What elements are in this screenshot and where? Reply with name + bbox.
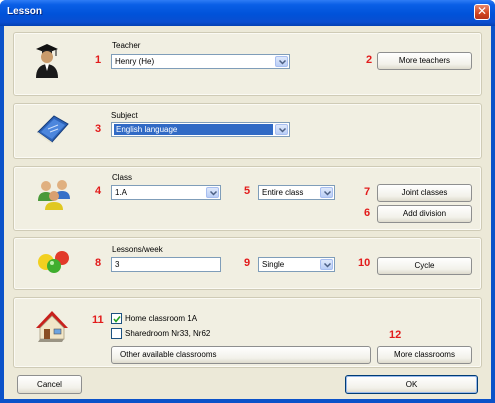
lessons-section: Lessons/week 8 3 9 Single 10 Cycle [13,237,482,290]
checkmark-icon [113,316,121,323]
add-division-button[interactable]: Add division [377,205,472,223]
cancel-button[interactable]: Cancel [17,375,82,394]
teacher-section: Teacher 1 Henry (He) 2 More teachers [13,32,482,96]
cycle-button[interactable]: Cycle [377,257,472,275]
lesson-length-value: Single [262,260,285,269]
class-value: 1.A [115,188,128,197]
add-division-marker: 6 [364,207,371,219]
lessons-per-week-input[interactable]: 3 [111,257,221,272]
chevron-down-icon[interactable] [275,124,288,135]
class-label: Class [112,173,133,182]
house-icon [36,311,68,342]
shared-classroom-checkbox[interactable] [111,328,122,339]
more-classrooms-button[interactable]: More classrooms [377,346,472,364]
cycle-marker: 10 [358,257,371,269]
joint-classes-marker: 7 [364,186,371,198]
subject-label: Subject [111,111,138,120]
dialog-body: Teacher 1 Henry (He) 2 More teachers Sub… [4,26,491,399]
subject-value: English language [114,124,273,135]
teacher-marker: 1 [95,54,102,66]
window-title: Lesson [7,6,43,17]
chevron-down-icon[interactable] [206,187,219,198]
joint-classes-button[interactable]: Joint classes [377,184,472,202]
ok-button[interactable]: OK [345,375,478,394]
balls-icon [38,251,69,273]
home-classroom-label: Home classroom 1A [125,314,198,323]
shared-classroom-label: Sharedroom Nr33, Nr62 [125,329,211,338]
students-icon [38,180,70,210]
more-classrooms-marker: 12 [389,329,402,341]
chevron-down-icon[interactable] [320,187,333,198]
class-scope-value: Entire class [262,188,304,197]
teacher-icon [36,44,58,78]
class-scope-marker: 5 [244,185,251,197]
class-select[interactable]: 1.A [111,185,221,200]
class-section: Class 4 1.A 5 Entire class 7 Joint class… [13,166,482,231]
subject-select[interactable]: English language [111,122,290,137]
teacher-select[interactable]: Henry (He) [111,54,290,69]
class-marker: 4 [95,185,102,197]
more-teachers-marker: 2 [366,54,373,66]
chevron-down-icon[interactable] [320,259,333,270]
title-bar: Lesson ✕ [0,0,495,26]
subject-marker: 3 [95,123,102,135]
lessons-marker: 8 [95,257,102,269]
lesson-dialog: Lesson ✕ Teacher 1 Henry (He) 2 More tea… [0,0,495,403]
more-teachers-button[interactable]: More teachers [377,52,472,70]
lesson-length-marker: 9 [244,257,251,269]
book-icon [37,115,69,144]
classrooms-marker: 11 [92,314,104,326]
classroom-section: 11 Home classroom 1A Sharedroom Nr33, Nr… [13,297,482,368]
other-classrooms-button[interactable]: Other available classrooms [111,346,371,364]
close-icon[interactable]: ✕ [474,4,490,20]
lessons-label: Lessons/week [112,245,163,254]
lessons-value: 3 [115,260,120,269]
class-scope-select[interactable]: Entire class [258,185,335,200]
teacher-label: Teacher [112,41,141,50]
lesson-length-select[interactable]: Single [258,257,335,272]
home-classroom-checkbox[interactable] [111,313,122,324]
chevron-down-icon[interactable] [275,56,288,67]
teacher-value: Henry (He) [115,57,155,66]
subject-section: Subject 3 English language [13,103,482,159]
